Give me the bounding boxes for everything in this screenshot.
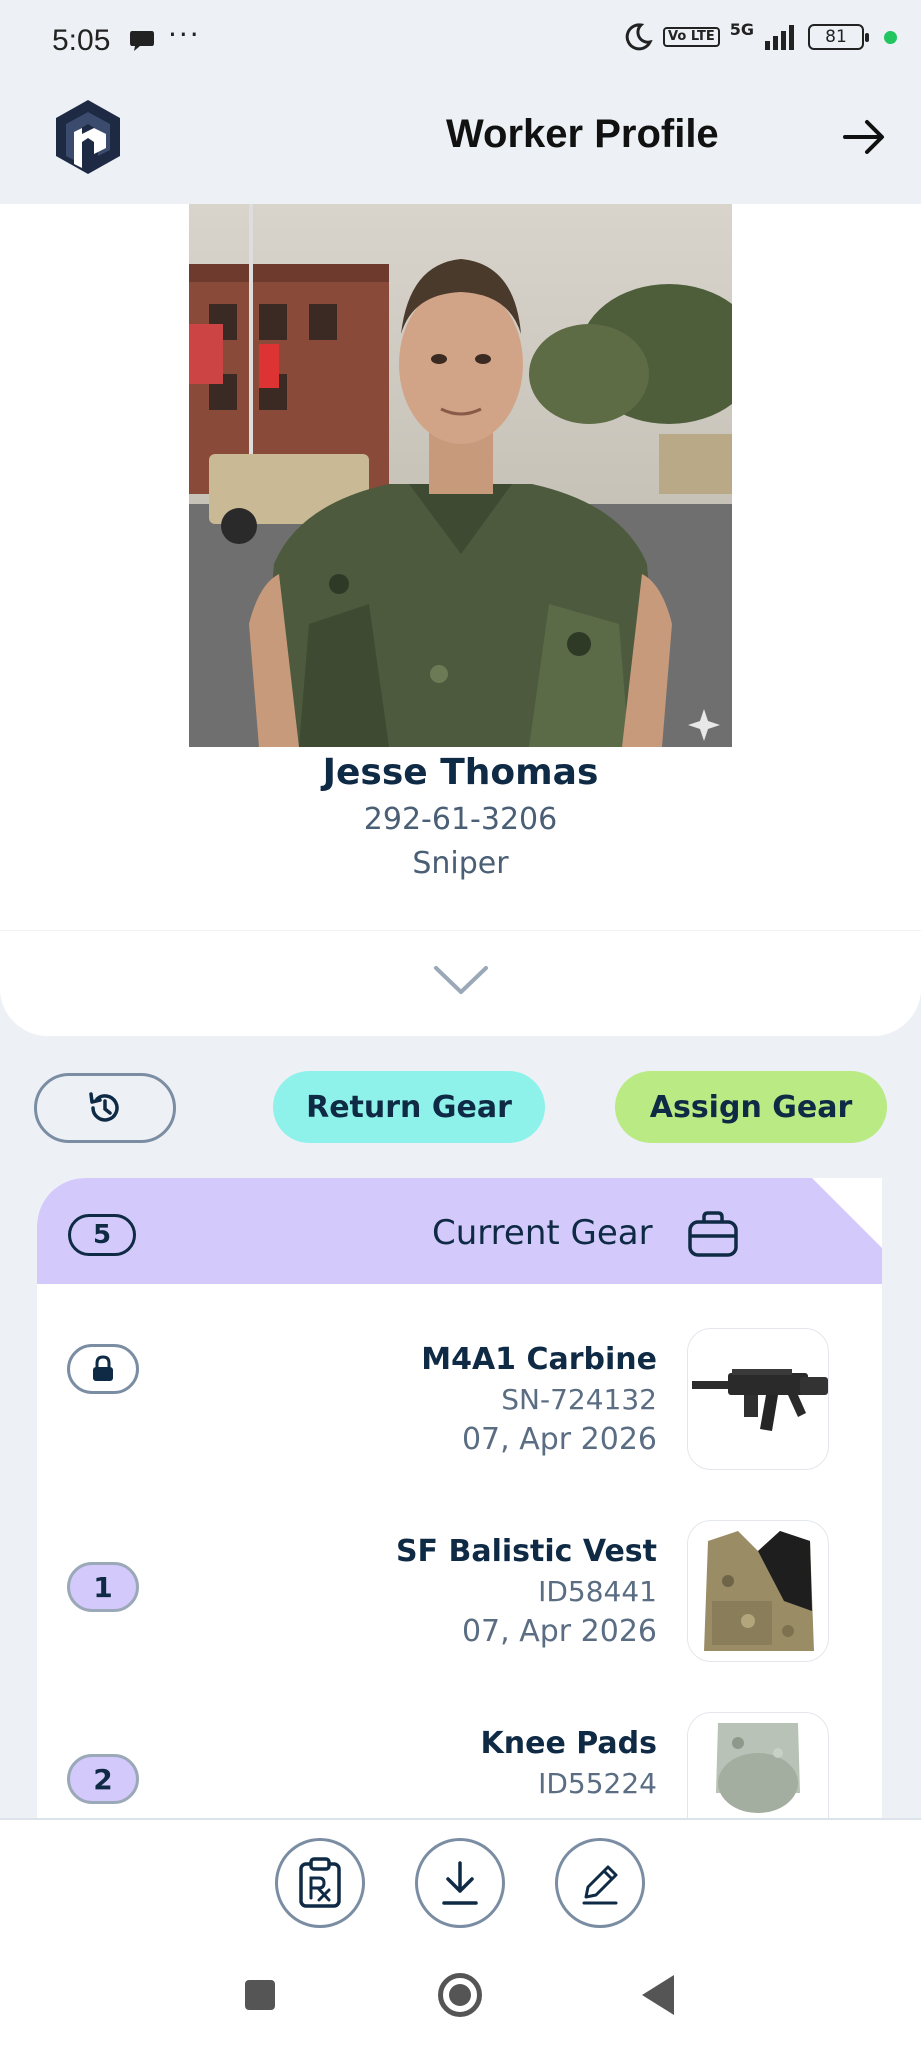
gear-item-name: SF Balistic Vest <box>395 1534 657 1569</box>
pencil-icon <box>582 1865 618 1905</box>
gear-item-date: 07, Apr 2026 <box>461 1614 657 1649</box>
gear-item-image <box>687 1520 829 1662</box>
download-button[interactable] <box>415 1838 505 1928</box>
arrow-right-icon[interactable] <box>841 114 887 160</box>
network-type: 5G <box>729 19 754 39</box>
status-bar: 5:05 ··· Vo LTE 5G 81 <box>0 0 921 80</box>
status-time: 5:05 <box>52 24 111 57</box>
gear-item-details: SF Balistic Vest ID58441 07, Apr 2026 <box>396 1532 657 1652</box>
recent-apps-button[interactable] <box>245 1980 275 2010</box>
worker-id-number: 292-61-3206 <box>363 802 558 837</box>
worker-photo <box>189 204 732 747</box>
lock-icon <box>93 1355 113 1381</box>
volte-icon: Vo LTE <box>663 27 720 47</box>
lock-button[interactable] <box>67 1344 139 1394</box>
bottom-toolbar <box>0 1818 921 2048</box>
privacy-indicator-dot <box>884 30 897 44</box>
gear-item-number-badge: 2 <box>67 1754 139 1804</box>
gear-item-details: Knee Pads ID55224 <box>481 1724 658 1804</box>
gear-count-badge: 5 <box>68 1214 136 1256</box>
page-title: Worker Profile <box>446 112 719 156</box>
signal-icon <box>765 25 794 50</box>
chevron-down-icon[interactable] <box>432 962 490 998</box>
back-button[interactable] <box>642 1975 674 2015</box>
gear-item-number-badge: 1 <box>67 1562 139 1612</box>
gear-item-row[interactable]: 2 Knee Pads ID55224 <box>37 1712 882 1818</box>
gear-item-id: ID55224 <box>538 1767 657 1800</box>
gear-item-image <box>687 1328 829 1470</box>
home-icon <box>449 1984 471 2006</box>
message-icon <box>130 31 154 51</box>
assign-gear-button[interactable]: Assign Gear <box>615 1071 887 1143</box>
edit-button[interactable] <box>555 1838 645 1928</box>
history-button[interactable] <box>34 1073 176 1143</box>
gear-item-image <box>687 1712 829 1818</box>
more-notifications-icon: ··· <box>168 18 201 51</box>
gear-item-details: M4A1 Carbine SN-724132 07, Apr 2026 <box>421 1340 657 1460</box>
worker-role: Sniper <box>412 846 509 881</box>
worker-name: Jesse Thomas <box>322 752 599 793</box>
app-logo <box>56 100 120 174</box>
gear-item-id: SN-724132 <box>501 1383 657 1416</box>
current-gear-title: Current Gear <box>432 1213 653 1253</box>
status-icons: Vo LTE 5G 81 <box>623 19 897 52</box>
gear-item-id: ID58441 <box>538 1575 657 1608</box>
gear-item-row[interactable]: 1 SF Balistic Vest ID58441 07, Apr 2026 <box>37 1520 882 1682</box>
return-gear-button[interactable]: Return Gear <box>273 1071 545 1143</box>
gear-item-row[interactable]: M4A1 Carbine SN-724132 07, Apr 2026 <box>37 1328 882 1490</box>
home-button[interactable] <box>438 1973 482 2017</box>
do-not-disturb-moon-icon <box>625 23 653 51</box>
current-gear-panel: 5 Current Gear M4A1 Carbine SN-724132 07… <box>37 1178 882 1818</box>
clipboard-rx-icon <box>299 1857 341 1908</box>
download-icon <box>442 1861 478 1905</box>
history-icon <box>89 1092 119 1122</box>
briefcase-icon <box>688 1211 738 1257</box>
gear-item-date: 07, Apr 2026 <box>461 1422 657 1457</box>
battery-icon: 81 <box>808 24 869 50</box>
gear-item-name: M4A1 Carbine <box>421 1342 657 1377</box>
app-header: Worker Profile <box>0 80 921 204</box>
gear-item-name: Knee Pads <box>480 1726 658 1761</box>
profile-card: Jesse Thomas 292-61-3206 Sniper <box>0 204 921 1036</box>
prescription-button[interactable] <box>275 1838 365 1928</box>
